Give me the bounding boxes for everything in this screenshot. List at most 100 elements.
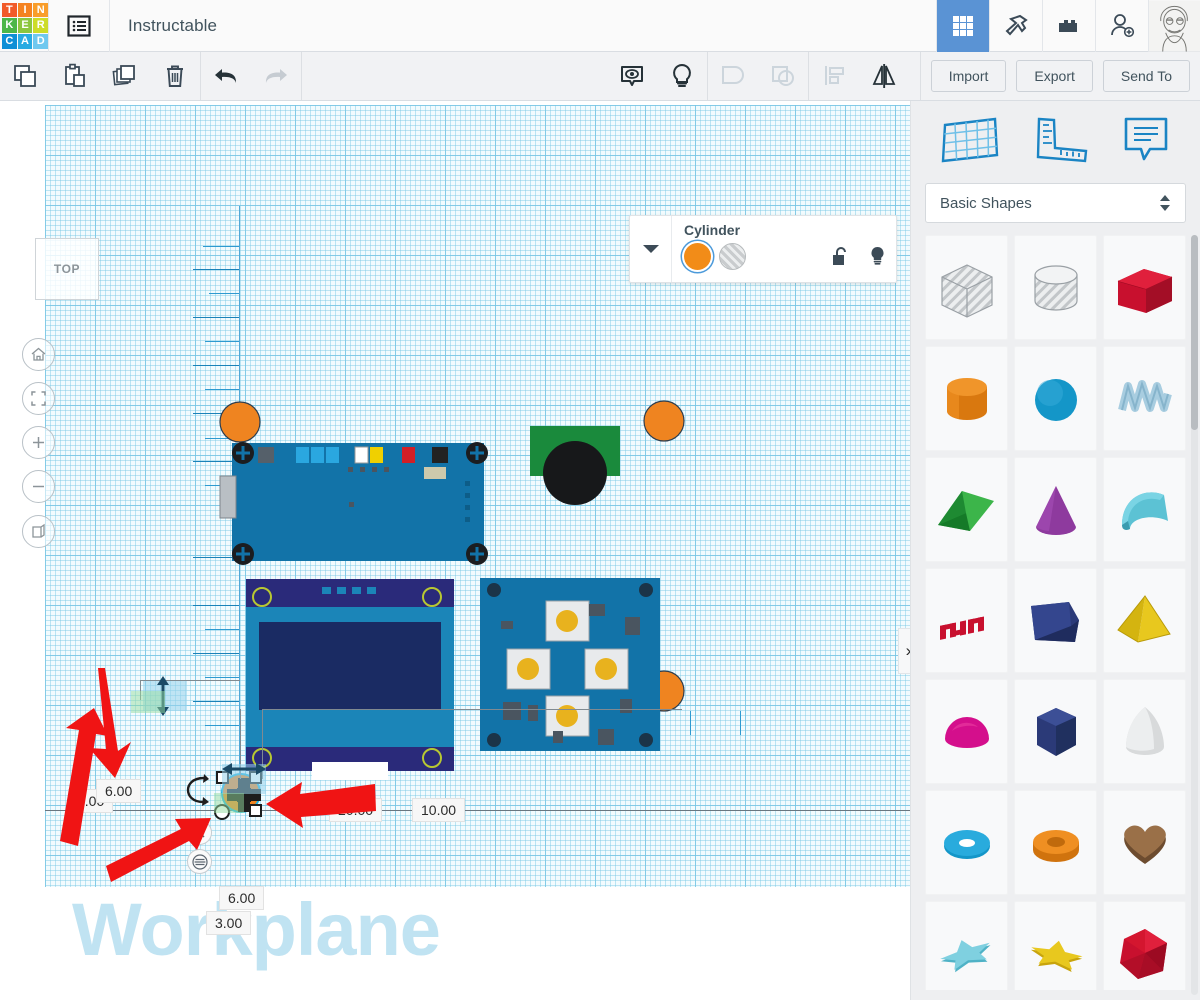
shape-cell-polyhedron[interactable]: [1103, 901, 1186, 990]
project-title[interactable]: Instructable: [110, 16, 217, 36]
light-toggle-button[interactable]: [869, 246, 886, 272]
user-avatar[interactable]: [1148, 0, 1200, 52]
send-to-button[interactable]: Send To: [1102, 60, 1190, 92]
dim-label-diameter-bottom[interactable]: 6.00: [219, 886, 265, 910]
show-hide-eye-icon: [621, 66, 643, 86]
undo-button[interactable]: [201, 52, 251, 100]
cylinder-hole-shape-icon: [1033, 264, 1078, 311]
panel-collapse-button[interactable]: ›: [898, 628, 910, 674]
zoom-in-button[interactable]: [22, 426, 55, 459]
tinkercad-logo[interactable]: T I N K E R C A D: [2, 2, 48, 49]
cone-shape-icon: [1035, 485, 1076, 535]
lightbulb-icon: [871, 247, 884, 265]
ruler-tick: [690, 711, 691, 735]
corner-handle-br[interactable]: [249, 804, 262, 817]
copy-button[interactable]: [0, 52, 50, 100]
ungroup-button[interactable]: [758, 52, 808, 100]
import-button[interactable]: Import: [930, 60, 1007, 92]
mirror-button[interactable]: [859, 52, 909, 100]
show-hide-button[interactable]: [607, 52, 657, 100]
fit-to-view-button[interactable]: [22, 382, 55, 415]
paste-button[interactable]: [50, 52, 100, 100]
duplicate-icon: [112, 65, 135, 86]
home-view-button[interactable]: [22, 338, 55, 371]
shape-cell-polygon[interactable]: [1014, 679, 1097, 784]
tab-blocks[interactable]: [1042, 0, 1095, 52]
scrollbar-thumb[interactable]: [1191, 235, 1198, 430]
popup-collapse-button[interactable]: [630, 216, 672, 282]
ortho-perspective-button[interactable]: [22, 515, 55, 548]
ruler-tick: [193, 557, 239, 558]
shape-cell-box-hole[interactable]: [925, 235, 1008, 340]
project-menu-button[interactable]: [49, 0, 109, 52]
caret-down-icon: [642, 245, 659, 253]
logo-tile-7: A: [17, 33, 33, 49]
shape-library-select[interactable]: Basic Shapes: [925, 183, 1186, 223]
torus-shape-icon: [943, 829, 990, 859]
undo-icon: [215, 69, 237, 83]
shape-library-grid: [911, 235, 1200, 990]
shape-properties-popup[interactable]: Cylinder: [629, 215, 897, 283]
shape-cell-paraboloid[interactable]: [1103, 679, 1186, 784]
shape-cell-heart[interactable]: [1103, 790, 1186, 895]
shape-cell-pyramid[interactable]: [1103, 568, 1186, 673]
shape-cell-round-roof[interactable]: [1103, 457, 1186, 562]
duplicate-button[interactable]: [100, 52, 150, 100]
shape-cell-roof[interactable]: [925, 457, 1008, 562]
box-shape-icon: [1117, 268, 1172, 313]
view-cube[interactable]: TOP: [35, 238, 99, 300]
solid-swatch[interactable]: [684, 243, 711, 270]
shape-cell-box[interactable]: [1103, 235, 1186, 340]
tab-hammer-tools[interactable]: [989, 0, 1042, 52]
ruler-tick: [205, 438, 239, 439]
shape-panel-scrollbar[interactable]: [1191, 235, 1198, 995]
shape-cell-tube[interactable]: [1014, 790, 1097, 895]
logo-tile-0: T: [2, 2, 17, 18]
shape-cell-torus[interactable]: [925, 790, 1008, 895]
heart-shape-icon: [1123, 824, 1166, 864]
invite-user-button[interactable]: [1095, 0, 1148, 52]
ruler-tick: [205, 341, 239, 342]
ruler-tick: [193, 701, 239, 702]
shape-cell-half-sphere[interactable]: [925, 679, 1008, 784]
ruler-tick: [193, 317, 239, 318]
shape-cell-cylinder[interactable]: [925, 346, 1008, 451]
hole-swatch[interactable]: [719, 243, 746, 270]
lights-button[interactable]: [657, 52, 707, 100]
note-tool-button[interactable]: [1120, 115, 1172, 170]
dim-label-height-bottom[interactable]: 3.00: [206, 911, 252, 935]
shape-cell-cylinder-hole[interactable]: [1014, 235, 1097, 340]
paraboloid-shape-icon: [1125, 706, 1164, 755]
logo-tile-8: D: [33, 33, 48, 49]
shape-cell-wedge[interactable]: [1014, 568, 1097, 673]
unlock-button[interactable]: [832, 246, 849, 272]
gallery-grid-icon: [953, 15, 973, 36]
radius-arrow-icon[interactable]: [222, 759, 266, 779]
group-icon: [722, 66, 744, 84]
redo-button[interactable]: [251, 52, 301, 100]
ruler-tool-button[interactable]: [1029, 115, 1091, 170]
dim-label-y-offset[interactable]: 10.00: [412, 798, 466, 822]
shape-cell-star-yellow[interactable]: [1014, 901, 1097, 990]
rotate-handle-icon[interactable]: [184, 773, 212, 807]
workplane-tool-button[interactable]: [939, 115, 1001, 170]
shapes-panel: Basic Shapes: [910, 101, 1200, 1000]
export-button[interactable]: Export: [1016, 60, 1093, 92]
tab-gallery[interactable]: [936, 0, 989, 52]
mirror-flip-icon: [872, 64, 896, 88]
shape-cell-text[interactable]: [925, 568, 1008, 673]
logo-tile-2: N: [33, 2, 48, 18]
edit-toolbar: Import Export Send To: [0, 52, 1200, 101]
avatar: [1149, 0, 1200, 52]
shape-cell-star-cyan[interactable]: [925, 901, 1008, 990]
workplane-axis-horizontal: [45, 810, 910, 811]
align-button[interactable]: [809, 52, 859, 100]
cylinder-shape-icon: [946, 377, 987, 420]
shape-cell-cone[interactable]: [1014, 457, 1097, 562]
shape-cell-scribble[interactable]: [1103, 346, 1186, 451]
design-canvas[interactable]: Workplane TOP Cylinder 3.00 6.00 10.00 6…: [0, 101, 910, 1000]
zoom-out-button[interactable]: [22, 470, 55, 503]
group-button[interactable]: [708, 52, 758, 100]
delete-button[interactable]: [150, 52, 200, 100]
shape-cell-sphere[interactable]: [1014, 346, 1097, 451]
